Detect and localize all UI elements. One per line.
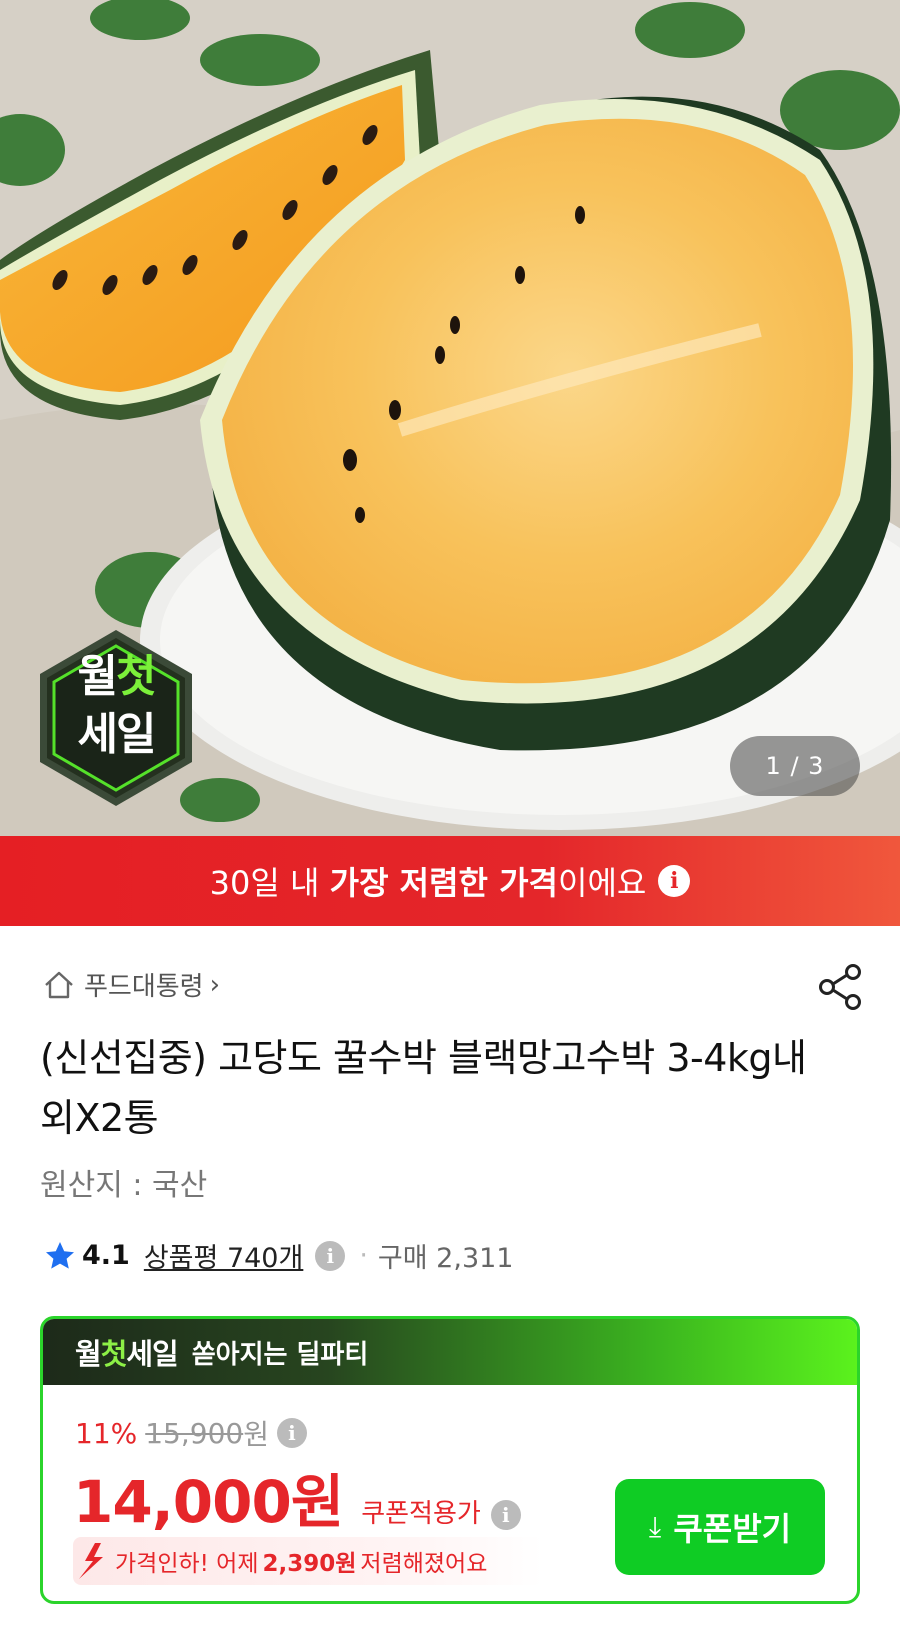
original-price-unit: 원 [243,1418,269,1451]
banner-suffix: 이에요 [558,864,647,902]
drop-suffix: 저렴해졌어요 [360,1551,488,1577]
info-icon[interactable]: i [315,1240,346,1271]
banner-prefix: 30일 내 [209,864,330,902]
product-image-carousel[interactable]: 월첫 세일 1 / 3 [0,0,900,836]
get-coupon-button[interactable]: ⤓ 쿠폰받기 [615,1479,825,1575]
chevron-right-icon: › [209,969,221,1000]
drop-amount: 2,390원 [262,1551,357,1577]
share-icon[interactable] [816,962,864,1012]
deal-brand-part: 월 [75,1337,102,1371]
banner-highlight: 가장 저렴한 가격 [329,864,558,902]
coupon-button-label: 쿠폰받기 [673,1511,792,1547]
breadcrumb[interactable]: 푸드대통령 › [42,966,220,1003]
deal-header: 월첫세일 쏟아지는 딜파티 [43,1319,857,1385]
seller-name[interactable]: 푸드대통령 [84,966,204,1003]
image-counter: 1 / 3 [730,736,860,796]
deal-brand: 월첫세일 [75,1331,179,1373]
origin-info: 원산지 : 국산 [40,1168,208,1203]
star-icon [46,1241,74,1269]
deal-brand-highlight: 첫 [100,1337,128,1371]
discount-percent: 11% [75,1416,138,1450]
deal-brand-part: 세일 [126,1337,178,1371]
info-icon[interactable]: i [658,865,691,897]
deal-card: 월첫세일 쏟아지는 딜파티 11% 15,900 원 i 14,000원 쿠폰적… [40,1316,860,1604]
separator-dot: · [359,1240,368,1271]
product-title: (신선집중) 고당도 꿀수박 블랙망고수박 3-4kg내외X2통 [40,1036,807,1140]
coupon-price-label: 쿠폰적용가 [361,1499,481,1529]
purchase-count: 구매 2,311 [377,1243,514,1274]
price-down-arrow-icon [79,1543,103,1579]
sale-price: 14,000원 [73,1468,344,1536]
info-icon[interactable]: i [276,1418,307,1448]
price-drop-notice: 가격인하! 어제 2,390원 저렴해졌어요 [73,1537,543,1585]
download-icon: ⤓ [648,1510,662,1542]
original-price: 15,900 [145,1416,244,1450]
deal-headline: 쏟아지는 딜파티 [191,1339,369,1370]
badge-text-line2: 세일 [77,709,157,760]
lowest-price-banner[interactable]: 30일 내 가장 저렴한 가격 이에요 i [0,836,900,926]
info-icon[interactable]: i [490,1500,521,1530]
badge-text-highlight: 첫 [116,651,157,702]
badge-text-part: 월 [77,651,119,702]
rating-row: 4.1 상품평 740개 i · 구매 2,311 [44,1236,513,1275]
rating-value: 4.1 [82,1240,130,1271]
price-row: 14,000원 쿠폰적용가 i [73,1455,521,1539]
discount-row: 11% 15,900 원 i [75,1413,307,1453]
home-icon [45,971,73,998]
drop-prefix: 가격인하! 어제 [115,1551,259,1577]
monthly-first-sale-badge: 월첫 세일 [30,648,202,764]
review-count-link[interactable]: 상품평 740개 [144,1236,303,1275]
